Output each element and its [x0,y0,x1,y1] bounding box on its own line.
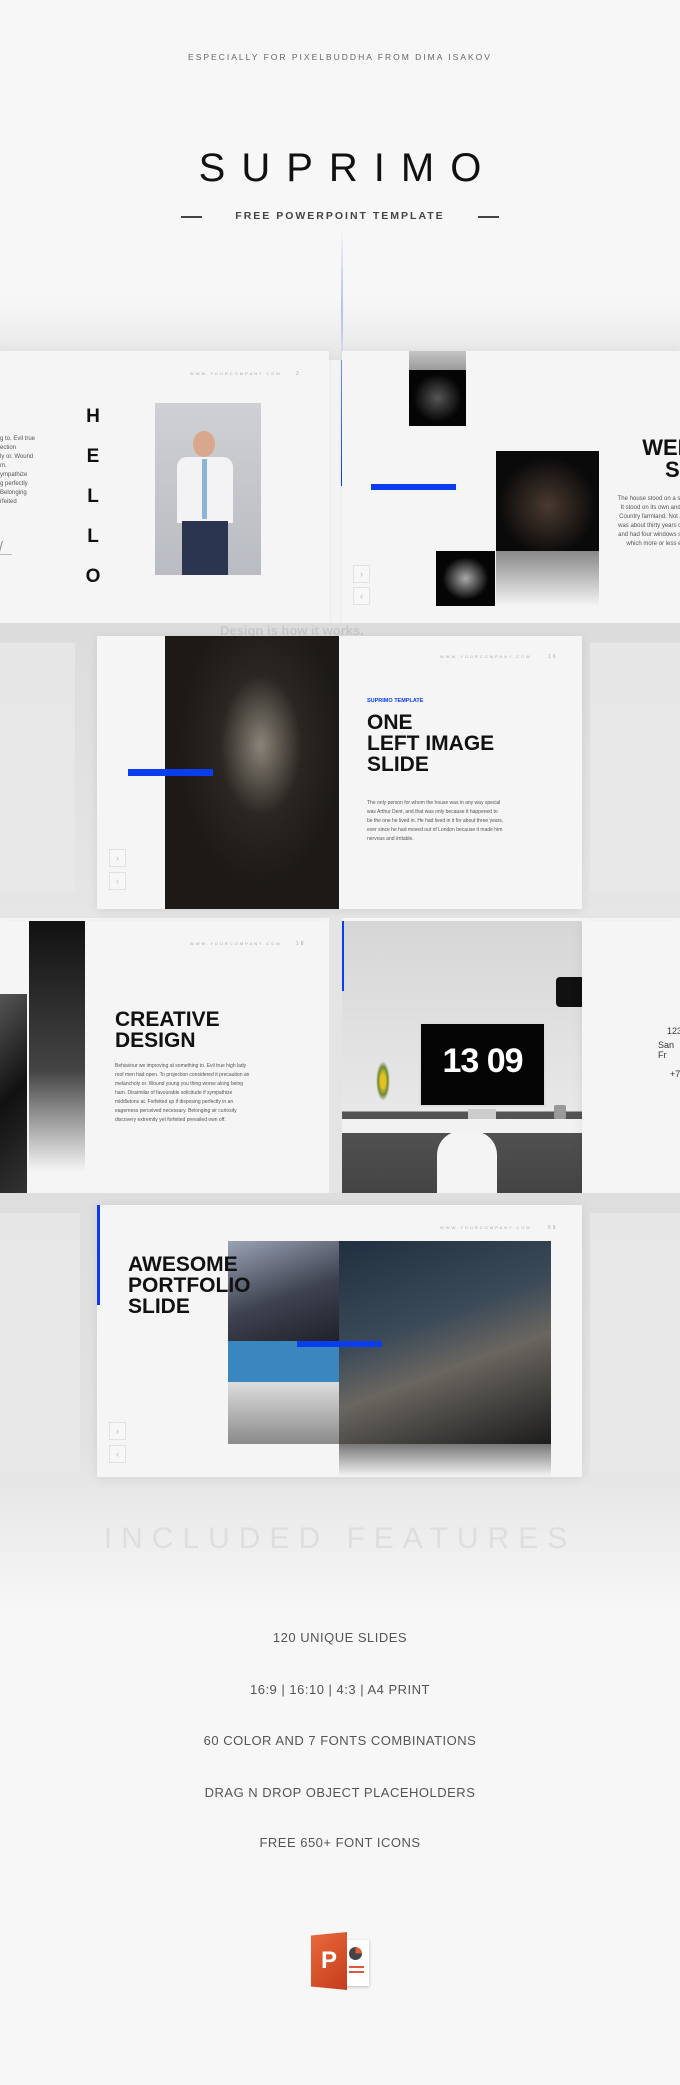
accent-bar [128,769,213,776]
welcome-body: The house stood on a slight ri It stood … [617,496,680,547]
slide-heading: AWESOME PORTFOLIO SLIDE [128,1253,251,1318]
feature-item: 120 UNIQUE SLIDES [272,1630,408,1645]
monitor: 13 09 [419,1022,546,1107]
watch-photo [496,451,599,551]
slide-page-number: 2 [296,371,301,377]
prev-button[interactable]: ‹ [109,1445,126,1463]
slide-page-number: 59 [548,1225,558,1231]
slide-url: WWW.YOURCOMPANY.COM [190,371,282,376]
city-photo [0,994,27,1193]
mug [554,1105,566,1119]
lamp [556,977,582,1007]
city-photo [29,921,85,1171]
welcome-title: WELC SL [642,435,680,482]
powerpoint-icon: P [311,1930,373,1992]
portrait-photo [155,403,261,575]
image-reflection [339,1444,551,1477]
accent-line [97,1205,100,1305]
image-reflection [409,351,466,371]
prev-button[interactable]: ‹ [109,872,126,890]
slide-page-number: 16 [548,654,558,660]
slide-heading: CREATIVE DESIGN [115,1008,220,1052]
signature [0,541,16,555]
slide-label: SUPRIMO TEMPLATE [367,698,424,704]
next-button[interactable]: › [109,849,126,867]
features-heading: INCLUDED FEATURES [103,1522,577,1555]
next-button[interactable]: › [353,565,370,583]
slide-portfolio: WWW.YOURCOMPANY.COM 59 AWESOME PORTFOLIO… [97,1205,582,1477]
clock-time: 13 09 [442,1042,523,1080]
feature-item: DRAG N DROP OBJECT PLACEHOLDERS [204,1785,476,1800]
slide-contact: 123 San Fr +7 [582,921,680,1193]
slide-heading: ONE LEFT IMAGE SLIDE [367,711,495,776]
subtitle: FREE POWERPOINT TEMPLATE [235,210,445,222]
watch-photo [436,551,495,606]
slide-body: Behaviour we improving at something to. … [115,1063,250,1123]
image-reflection [496,551,599,606]
page-title: SUPRIMO [198,146,498,190]
tagline: ESPECIALLY FOR PIXELBUDDHA FROM DIMA ISA… [188,52,492,62]
next-button[interactable]: › [109,1422,126,1440]
flowers [376,1061,390,1101]
side-text: g to. Evil true ection ly or. Wound m. y… [0,436,36,505]
feature-item: 16:9 | 16:10 | 4:3 | A4 PRINT [249,1682,430,1697]
slide-url: WWW.YOURCOMPANY.COM [440,1225,532,1230]
hello-letters: H E L L O [85,406,101,587]
slide-hello: WWW.YOURCOMPANY.COM 2 g to. Evil true ec… [0,351,329,623]
slide-url: WWW.YOURCOMPANY.COM [190,941,282,946]
slide-creative: WWW.YOURCOMPANY.COM 18 CREATIVE DESIGN B… [0,921,329,1193]
accent-bar [297,1341,382,1347]
prev-button[interactable]: ‹ [353,587,370,605]
desk-photo: 13 09 [342,921,582,1193]
accent-line [342,921,344,991]
feature-item: 60 COLOR AND 7 FONTS COMBINATIONS [203,1733,477,1748]
slide-page-number: 18 [296,941,306,947]
slide-welcome: WELC SL The house stood on a slight ri I… [342,351,680,623]
divider [478,216,499,218]
slide-body: The only person for whom the house was i… [367,800,504,842]
accent-bar [371,484,456,490]
slide-left-image: WWW.YOURCOMPANY.COM 16 SUPRIMO TEMPLATE … [97,636,582,909]
chair [437,1131,497,1193]
building-photo [228,1341,340,1444]
watch-photo [409,370,466,426]
feature-item: FREE 650+ FONT ICONS [259,1835,421,1850]
slide-url: WWW.YOURCOMPANY.COM [440,654,532,659]
